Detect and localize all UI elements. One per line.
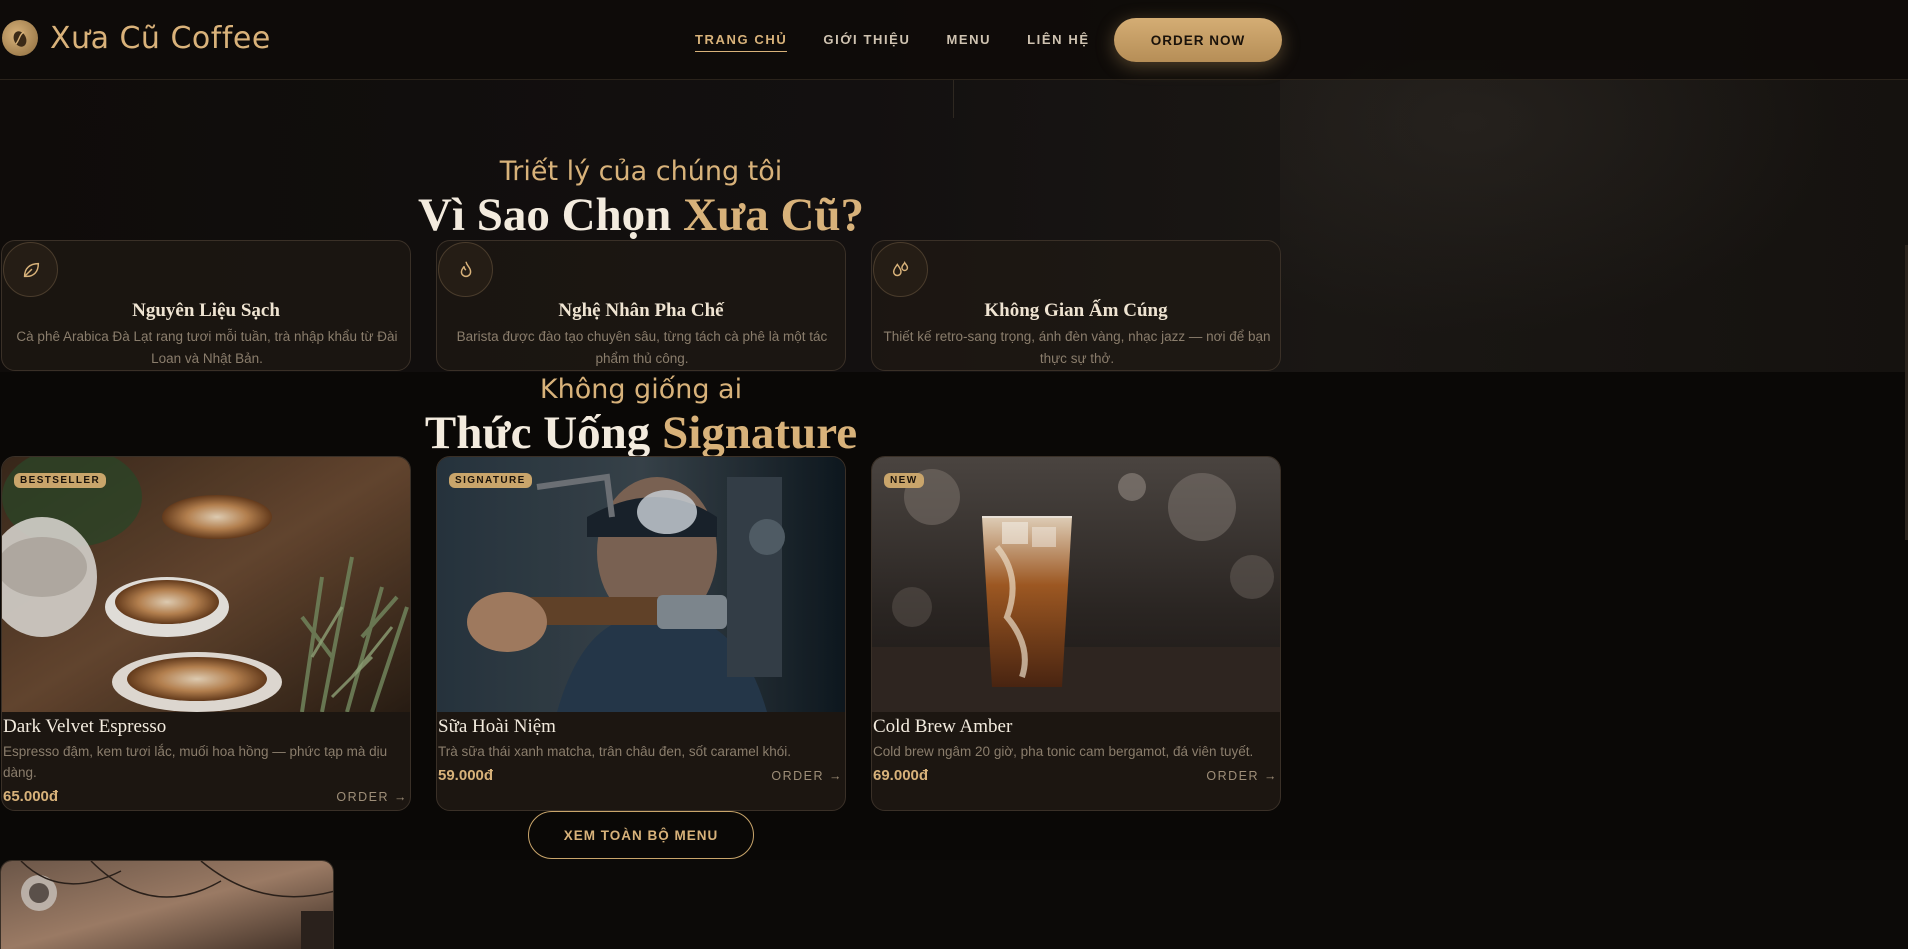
product-description: Trà sữa thái xanh matcha, trân châu đen,… <box>438 744 791 759</box>
why-eyebrow: Triết lý của chúng tôi <box>499 156 783 187</box>
feature-card-ingredients: Nguyên Liệu Sạch Cà phê Arabica Đà Lạt r… <box>1 240 411 371</box>
top-navigation: Xưa Cũ Coffee TRANG CHỦ GIỚI THIỆU MENU … <box>0 0 1908 80</box>
nav-link-about[interactable]: GIỚI THIỆU <box>823 32 910 52</box>
product-name: Sữa Hoài Niệm <box>438 716 556 737</box>
product-price: 59.000đ <box>438 767 494 784</box>
brand-logo[interactable]: Xưa Cũ Coffee <box>2 20 271 56</box>
order-now-button[interactable]: ORDER NOW <box>1114 18 1282 62</box>
product-price: 65.000đ <box>3 788 59 805</box>
signature-eyebrow: Không giống ai <box>539 374 743 405</box>
view-full-menu-button[interactable]: XEM TOÀN BỘ MENU <box>528 811 754 859</box>
product-card-dark-velvet[interactable]: BESTSELLER Dark Velvet Espresso Espresso… <box>1 456 411 811</box>
nav-links: TRANG CHỦ GIỚI THIỆU MENU LIÊN HỆ <box>695 32 1090 52</box>
signature-title-main: Thức Uống <box>424 407 663 459</box>
product-image-latte-art: BESTSELLER <box>2 457 410 712</box>
feature-card-space: Không Gian Ấm Cúng Thiết kế retro-sang t… <box>871 240 1281 371</box>
product-order-link[interactable]: ORDER → <box>771 769 843 783</box>
product-order-link[interactable]: ORDER → <box>336 790 408 804</box>
feature-description: Barista được đào tạo chuyên sâu, từng tá… <box>456 329 828 366</box>
flame-icon <box>438 242 493 297</box>
product-description: Cold brew ngâm 20 giờ, pha tonic cam ber… <box>873 744 1254 759</box>
scroll-indicator-line <box>953 80 954 118</box>
feature-description: Cà phê Arabica Đà Lạt rang tươi mỗi tuần… <box>16 329 398 366</box>
story-image-interior <box>0 860 334 949</box>
signature-title: Thức Uống Signature <box>0 406 1282 460</box>
nav-link-contact[interactable]: LIÊN HỆ <box>1027 32 1089 52</box>
brand-name: Xưa Cũ Coffee <box>50 20 271 56</box>
product-badge: NEW <box>884 473 924 488</box>
leaf-icon <box>3 242 58 297</box>
nav-link-home[interactable]: TRANG CHỦ <box>695 32 788 52</box>
product-name: Cold Brew Amber <box>873 716 1013 737</box>
why-title: Vì Sao Chọn Xưa Cũ? <box>0 188 1282 242</box>
feature-title: Không Gian Ấm Cúng <box>984 300 1168 321</box>
product-price: 69.000đ <box>873 767 929 784</box>
feature-card-barista: Nghệ Nhân Pha Chế Barista được đào tạo c… <box>436 240 846 371</box>
coffee-logo-icon <box>2 20 38 56</box>
product-card-cold-brew[interactable]: NEW Cold Brew Amber Cold brew ngâm 20 gi… <box>871 456 1281 811</box>
drops-icon <box>873 242 928 297</box>
product-badge: SIGNATURE <box>449 473 532 488</box>
feature-title: Nguyên Liệu Sạch <box>132 300 280 321</box>
feature-title: Nghệ Nhân Pha Chế <box>558 300 724 321</box>
product-card-sua-hoai-niem[interactable]: SIGNATURE Sữa Hoài Niệm Trà sữa thái xan… <box>436 456 846 811</box>
product-order-link[interactable]: ORDER → <box>1206 769 1278 783</box>
signature-title-accent: Signature <box>662 407 858 459</box>
why-title-main: Vì Sao Chọn <box>417 189 684 241</box>
product-badge: BESTSELLER <box>14 473 107 488</box>
why-title-accent: Xưa Cũ? <box>683 189 865 241</box>
product-name: Dark Velvet Espresso <box>3 716 167 737</box>
product-image-barista: SIGNATURE <box>437 457 845 712</box>
feature-description: Thiết kế retro-sang trọng, ánh đèn vàng,… <box>883 329 1271 366</box>
product-description: Espresso đậm, kem tươi lắc, muối hoa hồn… <box>3 744 388 780</box>
product-image-iced-coffee: NEW <box>872 457 1280 712</box>
nav-link-menu[interactable]: MENU <box>946 32 991 52</box>
